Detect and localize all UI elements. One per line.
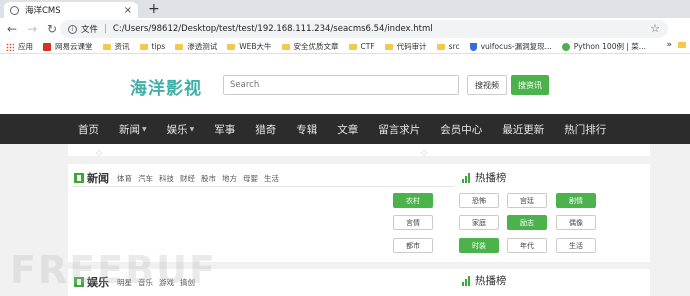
hot-list-header: 热播榜	[462, 170, 507, 185]
search-news-button[interactable]: 搜资讯	[511, 75, 549, 95]
globe-icon	[10, 5, 19, 15]
nav-member-center[interactable]: 会员中心	[440, 122, 482, 137]
genre-tag[interactable]: 年代	[507, 238, 547, 253]
slider-prev-icon[interactable]: ◇	[96, 148, 102, 157]
address-url[interactable]: C:/Users/98612/Desktop/test/test/192.168…	[113, 24, 433, 34]
main-navigation: 首页 新闻 ▼ 娱乐 ▼ 军事 猎奇 专辑 文章 留言求片 会员中心 最近更新 热门…	[0, 114, 690, 144]
subcategory-link[interactable]: 汽车	[138, 173, 153, 184]
bookmarks-bar: 应用 网易云课堂 资讯 tips 渗透测试 WEB大牛 安全优质文章 CTF 代…	[0, 40, 690, 54]
subcategory-link[interactable]: 生活	[264, 173, 279, 184]
apps-grid-icon	[6, 42, 14, 51]
address-separator: |	[104, 24, 107, 34]
bookmark-folder[interactable]: WEB大牛	[227, 41, 272, 52]
news-section-header: 新闻 体育 汽车 科技 财经 股市 地方 母婴 生活	[74, 170, 285, 186]
dropdown-caret-icon: ▼	[142, 125, 147, 133]
subcategory-link[interactable]: 地方	[222, 173, 237, 184]
signal-bars-icon	[462, 275, 471, 286]
subcategory-link[interactable]: 财经	[180, 173, 195, 184]
bookmark-folder[interactable]: 渗透测试	[175, 41, 217, 52]
reload-icon[interactable]: ↻	[44, 22, 60, 36]
new-tab-button[interactable]: +	[148, 1, 160, 17]
nav-home[interactable]: 首页	[78, 122, 99, 137]
genre-tag[interactable]: 宫廷	[507, 193, 547, 208]
bookmark-folder[interactable]: 代码审计	[384, 41, 427, 52]
nav-request-film[interactable]: 留言求片	[378, 122, 420, 137]
search-video-button[interactable]: 搜视频	[467, 75, 507, 95]
genre-tag[interactable]: 家庭	[459, 215, 499, 230]
nav-recent-updates[interactable]: 最近更新	[502, 122, 544, 137]
section-divider	[72, 186, 454, 187]
other-bookmarks-folder-icon[interactable]	[678, 42, 686, 48]
nav-military[interactable]: 军事	[214, 122, 235, 137]
subcategory-link[interactable]: 体育	[117, 173, 132, 184]
subcategory-link[interactable]: 股市	[201, 173, 216, 184]
bookmark-item[interactable]: vulfocus-漏洞复现...	[469, 41, 552, 52]
forward-arrow-icon[interactable]: →	[24, 22, 40, 36]
section-title[interactable]: 新闻	[87, 170, 109, 186]
python-icon	[561, 42, 570, 51]
browser-toolbar: ← → ↻ i 文件 | C:/Users/98612/Desktop/test…	[0, 18, 690, 40]
nav-curiosities[interactable]: 猎奇	[255, 122, 276, 137]
genre-tag[interactable]: 农村	[393, 193, 433, 208]
info-icon[interactable]: i	[68, 24, 77, 34]
nav-albums[interactable]: 专辑	[296, 122, 317, 137]
hot-list-header: 热播榜	[462, 273, 507, 288]
address-scheme-label: 文件	[81, 25, 99, 35]
genre-tag[interactable]: 剧情	[556, 193, 596, 208]
hot-list-title: 热播榜	[475, 275, 507, 287]
bookmark-item[interactable]: Python 100例 | 菜...	[561, 41, 646, 52]
genre-tag[interactable]: 偶像	[556, 215, 596, 230]
genre-tag[interactable]: 生活	[556, 238, 596, 253]
dropdown-caret-icon: ▼	[189, 125, 195, 133]
nav-entertainment[interactable]: 娱乐 ▼	[167, 122, 195, 137]
banner-slider	[68, 144, 650, 156]
folder-icon	[227, 43, 236, 50]
back-arrow-icon[interactable]: ←	[4, 22, 20, 36]
genre-tag[interactable]: 时装	[459, 238, 499, 253]
tab-close-icon[interactable]: ×	[124, 5, 132, 16]
bookmark-star-icon[interactable]: ☆	[650, 22, 660, 35]
watermark-logo: FREEBUF	[10, 248, 217, 292]
slider-next-icon[interactable]: ◇	[421, 148, 427, 157]
folder-icon	[384, 43, 393, 50]
folder-icon	[348, 43, 357, 50]
bookmark-item[interactable]: 网易云课堂	[43, 41, 93, 52]
bookmark-folder[interactable]: tips	[139, 42, 165, 51]
genre-tag[interactable]: 都市	[393, 238, 433, 253]
folder-icon	[139, 43, 148, 50]
tab-title: 海洋CMS	[25, 6, 61, 16]
bookmark-folder[interactable]: 资讯	[102, 41, 130, 52]
genre-tag[interactable]: 励志	[507, 215, 547, 230]
shield-icon	[469, 42, 477, 51]
folder-icon	[436, 43, 445, 50]
bookmark-apps[interactable]: 应用	[6, 41, 33, 52]
netease-icon	[43, 42, 51, 51]
bookmark-folder[interactable]: 安全优质文章	[281, 41, 339, 52]
genre-tag[interactable]: 言情	[393, 215, 433, 230]
film-icon	[74, 173, 84, 183]
site-logo[interactable]: 海洋影视	[130, 74, 202, 99]
genre-tag[interactable]: 恐怖	[459, 193, 499, 208]
bookmarks-overflow-icon[interactable]: »	[666, 40, 672, 50]
signal-bars-icon	[462, 172, 471, 183]
bookmark-folder[interactable]: src	[436, 42, 460, 51]
folder-icon	[281, 43, 290, 50]
bookmark-folder[interactable]: CTF	[348, 42, 375, 51]
folder-icon	[102, 43, 111, 50]
hot-list-title: 热播榜	[475, 172, 507, 184]
nav-hot-ranking[interactable]: 热门排行	[564, 122, 606, 137]
browser-tab-strip: 海洋CMS × +	[0, 0, 690, 18]
site-header: 海洋影视 搜视频 搜资讯	[0, 54, 690, 114]
subcategory-link[interactable]: 母婴	[243, 173, 258, 184]
nav-news[interactable]: 新闻 ▼	[119, 122, 147, 137]
nav-articles[interactable]: 文章	[337, 122, 358, 137]
browser-tab[interactable]: 海洋CMS ×	[4, 2, 138, 18]
folder-icon	[175, 43, 184, 50]
subcategory-link[interactable]: 科技	[159, 173, 174, 184]
address-bar[interactable]: i 文件 | C:/Users/98612/Desktop/test/test/…	[60, 20, 668, 38]
search-input[interactable]	[223, 75, 459, 95]
